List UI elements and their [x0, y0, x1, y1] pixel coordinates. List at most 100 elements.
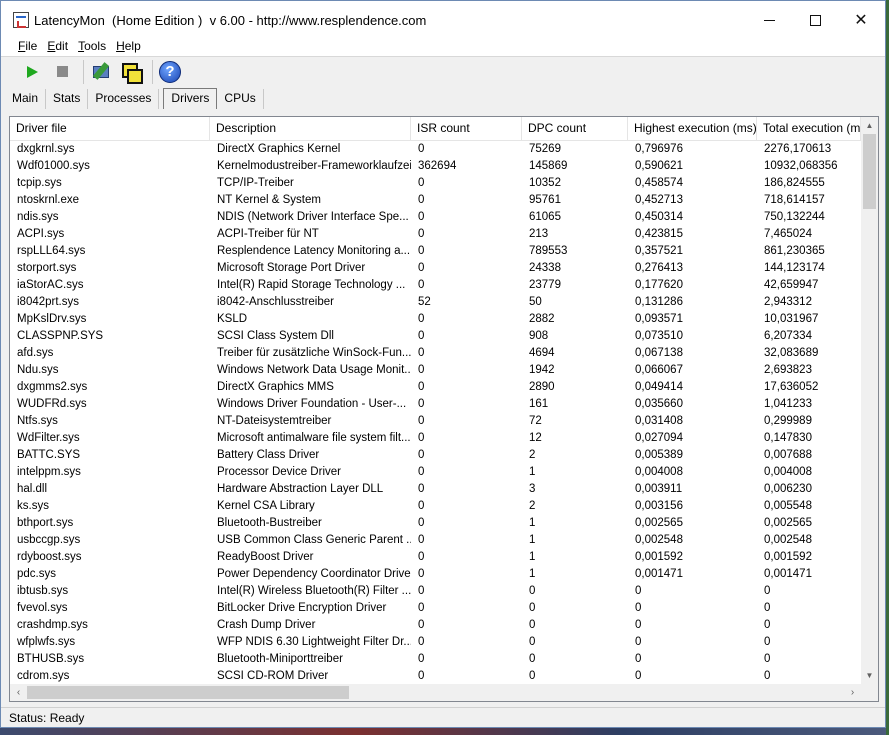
table-row[interactable]: fvevol.sys BitLocker Drive Encryption Dri…	[10, 600, 861, 617]
table-row[interactable]: BATTC.SYS Battery Class Driver 0 2 0,005389 0…	[10, 447, 861, 464]
menu-file[interactable]: File	[13, 39, 42, 56]
table-row[interactable]: iaStorAC.sys Intel(R) Rapid Storage Techn…	[10, 277, 861, 294]
column-header-dpc-count[interactable]: DPC count	[522, 117, 628, 141]
cell-driver-file: BTHUSB.sys	[17, 653, 85, 665]
table-row[interactable]: dxgkrnl.sys DirectX Graphics Kernel 0 75269…	[10, 141, 861, 158]
cell-total-execution: 0,007688	[764, 449, 812, 461]
scroll-left-icon[interactable]: ‹	[10, 684, 27, 701]
cell-driver-file: Ntfs.sys	[17, 415, 58, 427]
menu-help-accel: H	[116, 39, 125, 53]
tab-main[interactable]: Main	[5, 89, 47, 109]
column-header-isr-count[interactable]: ISR count	[411, 117, 522, 141]
column-header-total-execution[interactable]: Total execution (ms)	[757, 117, 861, 141]
horizontal-scroll-thumb[interactable]	[27, 686, 349, 699]
maximize-button[interactable]	[792, 1, 838, 39]
table-row[interactable]: usbccgp.sys USB Common Class Generic Pare…	[10, 532, 861, 549]
table-row[interactable]: ibtusb.sys Intel(R) Wireless Bluetooth(R)…	[10, 583, 861, 600]
table-row[interactable]: afd.sys Treiber für zusätzliche WinSock-F…	[10, 345, 861, 362]
table-row[interactable]: ACPI.sys ACPI-Treiber für NT 0 213 0,423815 7…	[10, 226, 861, 243]
scroll-up-icon[interactable]: ▲	[861, 117, 878, 134]
table-row[interactable]: Ndu.sys Windows Network Data Usage Monit.…	[10, 362, 861, 379]
menu-edit[interactable]: Edit	[42, 39, 73, 56]
help-button[interactable]: ?	[157, 59, 183, 85]
cell-driver-file: fvevol.sys	[17, 602, 68, 614]
start-button[interactable]	[19, 59, 45, 85]
cell-total-execution: 750,132244	[764, 211, 825, 223]
scroll-down-icon[interactable]: ▼	[861, 667, 878, 684]
cell-highest-execution: 0,002548	[635, 534, 683, 546]
tab-drivers[interactable]: Drivers	[163, 88, 218, 109]
cell-description: TCP/IP-Treiber	[217, 177, 294, 189]
cell-description: NT Kernel & System	[217, 194, 321, 206]
minimize-button[interactable]	[746, 1, 792, 39]
table-row[interactable]: storport.sys Microsoft Storage Port Drive…	[10, 260, 861, 277]
cell-highest-execution: 0,001471	[635, 568, 683, 580]
cell-dpc-count: 0	[529, 619, 536, 631]
table-row[interactable]: wfplwfs.sys WFP NDIS 6.30 Lightweight Fil…	[10, 634, 861, 651]
table-row[interactable]: ndis.sys NDIS (Network Driver Interface S…	[10, 209, 861, 226]
vertical-scrollbar[interactable]: ▲ ▼	[861, 117, 878, 684]
cell-driver-file: ndis.sys	[17, 211, 59, 223]
vertical-scroll-thumb[interactable]	[863, 134, 876, 209]
cell-dpc-count: 0	[529, 585, 536, 597]
tab-stats[interactable]: Stats	[46, 89, 89, 109]
stop-button[interactable]	[49, 59, 75, 85]
cell-total-execution: 2276,170613	[764, 143, 832, 155]
status-text: Status: Ready	[9, 711, 85, 725]
cell-isr-count: 0	[418, 568, 425, 580]
cell-highest-execution: 0,066067	[635, 364, 683, 376]
tools-button[interactable]	[88, 59, 114, 85]
column-header-description[interactable]: Description	[210, 117, 411, 141]
cell-highest-execution: 0,093571	[635, 313, 683, 325]
table-row[interactable]: BTHUSB.sys Bluetooth-Miniporttreiber 0 0 0 0	[10, 651, 861, 668]
cell-description: Kernel CSA Library	[217, 500, 315, 512]
table-row[interactable]: crashdmp.sys Crash Dump Driver 0 0 0 0	[10, 617, 861, 634]
drivers-list[interactable]: Driver file Description ISR count DPC co…	[9, 116, 879, 702]
table-row[interactable]: WdFilter.sys Microsoft antimalware file s…	[10, 430, 861, 447]
table-row[interactable]: WUDFRd.sys Windows Driver Foundation - Us…	[10, 396, 861, 413]
cell-total-execution: 17,636052	[764, 381, 819, 393]
close-button[interactable]: ✕	[838, 1, 884, 39]
cell-highest-execution: 0,073510	[635, 330, 683, 342]
table-row[interactable]: ntoskrnl.exe NT Kernel & System 0 95761 0,45…	[10, 192, 861, 209]
table-row[interactable]: tcpip.sys TCP/IP-Treiber 0 10352 0,458574 186…	[10, 175, 861, 192]
column-header-driver-file[interactable]: Driver file	[10, 117, 210, 141]
table-row[interactable]: CLASSPNP.SYS SCSI Class System Dll 0 908 0,0…	[10, 328, 861, 345]
cell-total-execution: 144,123174	[764, 262, 825, 274]
table-row[interactable]: Ntfs.sys NT-Dateisystemtreiber 0 72 0,031408…	[10, 413, 861, 430]
cell-highest-execution: 0	[635, 653, 642, 665]
latencymon-window: LatencyMon (Home Edition ) v 6.00 - http…	[0, 0, 886, 728]
cell-highest-execution: 0,450314	[635, 211, 683, 223]
tab-processes[interactable]: Processes	[88, 89, 160, 109]
title-bar[interactable]: LatencyMon (Home Edition ) v 6.00 - http…	[1, 1, 885, 39]
cell-driver-file: ks.sys	[17, 500, 49, 512]
table-row[interactable]: rspLLL64.sys Resplendence Latency Monitor…	[10, 243, 861, 260]
horizontal-scrollbar[interactable]: ‹ ›	[10, 684, 861, 701]
tab-cpus[interactable]: CPUs	[217, 89, 264, 109]
cell-highest-execution: 0	[635, 619, 642, 631]
column-header-highest-execution[interactable]: Highest execution (ms)	[628, 117, 757, 141]
cell-isr-count: 0	[418, 500, 425, 512]
table-row[interactable]: MpKslDrv.sys KSLD 0 2882 0,093571 10,031967	[10, 311, 861, 328]
cell-isr-count: 0	[418, 381, 425, 393]
table-row[interactable]: rdyboost.sys ReadyBoost Driver 0 1 0,001592 0…	[10, 549, 861, 566]
table-row[interactable]: i8042prt.sys i8042-Anschlusstreiber 52 50 0,…	[10, 294, 861, 311]
windows-button[interactable]	[118, 59, 144, 85]
cell-dpc-count: 3	[529, 483, 536, 495]
cell-description: Windows Driver Foundation - User-...	[217, 398, 407, 410]
table-row[interactable]: bthport.sys Bluetooth-Bustreiber 0 1 0,00256…	[10, 515, 861, 532]
cell-description: Microsoft antimalware file system filt..…	[217, 432, 411, 444]
table-row[interactable]: Wdf01000.sys Kernelmodustreiber-Framework…	[10, 158, 861, 175]
cell-isr-count: 0	[418, 636, 425, 648]
cell-description: i8042-Anschlusstreiber	[217, 296, 334, 308]
table-row[interactable]: pdc.sys Power Dependency Coordinator Driv…	[10, 566, 861, 583]
table-row[interactable]: dxgmms2.sys DirectX Graphics MMS 0 2890 0,04…	[10, 379, 861, 396]
table-row[interactable]: intelppm.sys Processor Device Driver 0 1 0,0…	[10, 464, 861, 481]
table-row[interactable]: hal.dll Hardware Abstraction Layer DLL 0 3 0…	[10, 481, 861, 498]
menu-help[interactable]: Help	[111, 39, 146, 56]
scroll-right-icon[interactable]: ›	[844, 684, 861, 701]
table-row[interactable]: ks.sys Kernel CSA Library 0 2 0,003156 0,0055…	[10, 498, 861, 515]
menu-tools[interactable]: Tools	[73, 39, 111, 56]
table-row[interactable]: cdrom.sys SCSI CD-ROM Driver 0 0 0 0	[10, 668, 861, 685]
menu-tools-label: ools	[84, 39, 107, 53]
